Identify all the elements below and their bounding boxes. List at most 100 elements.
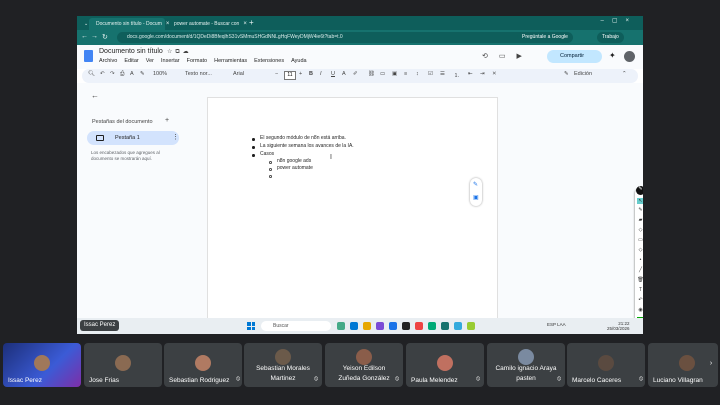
taskbar-clock[interactable]: 21:22 25/03/2026 (607, 321, 630, 331)
participant-tile[interactable]: Camilo ignacio Araya pasten ⦸ (487, 343, 565, 387)
clear-format-icon[interactable]: ⨯ (492, 71, 497, 77)
text-color-icon[interactable]: A (342, 71, 346, 77)
dot-tool-icon[interactable]: • (637, 257, 643, 263)
marker-tool-icon[interactable]: ▰ (637, 217, 643, 223)
reload-icon[interactable]: ↻ (102, 33, 108, 41)
menu-editar[interactable]: Editar (124, 58, 138, 64)
line-spacing-icon[interactable]: ↕ (416, 71, 419, 77)
menu-herramientas[interactable]: Herramientas (214, 58, 247, 64)
highlight-icon[interactable]: ✐ (353, 71, 358, 77)
participant-tile[interactable]: Sebastian Morales Martinez ⦸ (244, 343, 322, 387)
font-size-increase[interactable]: + (299, 71, 302, 77)
participant-tile[interactable]: Paula Melendez ⦸ (406, 343, 484, 387)
sub-list-item[interactable]: power automate (277, 165, 313, 171)
profile-button[interactable]: Trabajo (597, 32, 624, 43)
history-icon[interactable]: ⟲ (482, 52, 488, 60)
menu-archivo[interactable]: Archivo (99, 58, 117, 64)
forward-icon[interactable]: → (91, 33, 98, 40)
edit-mode-select[interactable]: Edición (574, 71, 592, 77)
menu-ayuda[interactable]: Ayuda (291, 58, 307, 64)
sub-list-item[interactable]: n8n google ads (277, 158, 311, 164)
app-icon[interactable] (454, 322, 462, 330)
image-icon[interactable]: ▣ (392, 71, 397, 77)
collapse-toolbar-icon[interactable]: ⌃ (622, 71, 627, 77)
participant-tile[interactable]: Yeison Edilson Zuñeda González ⦸ (325, 343, 403, 387)
pen-mode-icon[interactable]: ✎ (636, 186, 643, 195)
back-arrow-icon[interactable]: ← (91, 91, 99, 100)
gemini-icon[interactable]: ✦ (609, 51, 616, 60)
line-tool-icon[interactable]: ╱ (637, 267, 643, 273)
redo-icon[interactable]: ↷ (110, 71, 115, 77)
indent-decrease-icon[interactable]: ⇤ (468, 71, 473, 77)
new-tab-button[interactable]: + (249, 18, 254, 27)
ask-google-button[interactable]: Pregúntale a Google (517, 32, 573, 43)
chrome-icon[interactable] (389, 322, 397, 330)
numbered-list-icon[interactable]: ⒈ (454, 71, 460, 79)
link-icon[interactable]: ⛓ (368, 71, 375, 77)
tray-lang[interactable]: ESP LAA (547, 322, 566, 327)
style-select[interactable]: Texto nor... (185, 71, 212, 77)
edge-icon[interactable] (350, 322, 358, 330)
list-item[interactable]: Casos (260, 151, 274, 157)
indent-increase-icon[interactable]: ⇥ (480, 71, 485, 77)
font-size-decrease[interactable]: − (275, 71, 278, 77)
comments-icon[interactable]: ▭ (499, 52, 506, 60)
undo-icon[interactable]: ↶ (100, 71, 105, 77)
search-menus-icon[interactable]: 🔍︎ (88, 71, 95, 77)
close-tab-icon[interactable]: × (243, 21, 247, 27)
participant-tile[interactable]: Marcelo Caceres ⦸ (567, 343, 645, 387)
next-page-button[interactable]: › (706, 359, 716, 369)
document-page[interactable]: El segundo módulo de n8n está arriba. La… (207, 97, 498, 334)
cursor-tool-icon[interactable]: ↖ (637, 198, 643, 204)
more-icon[interactable]: ⋮ (172, 133, 179, 141)
share-button[interactable]: Compartir (547, 50, 602, 63)
app-icon[interactable] (415, 322, 423, 330)
title-actions[interactable]: ☆⧉☁ (167, 48, 192, 56)
menu-insertar[interactable]: Insertar (161, 58, 180, 64)
avatar[interactable] (624, 51, 635, 62)
participant-tile[interactable]: Sebastian Rodriguez ⦸ (164, 343, 242, 387)
undo-drawing-icon[interactable]: ↶ (637, 297, 643, 303)
document-tab-item[interactable]: Pestaña 1 ⋮ (87, 131, 179, 145)
pen-tool-icon[interactable]: ✎ (637, 207, 643, 213)
menu-extensiones[interactable]: Extensiones (254, 58, 284, 64)
participant-tile[interactable]: Jose Frias (84, 343, 162, 387)
docs-logo-icon[interactable] (84, 50, 93, 62)
add-tab-icon[interactable]: + (165, 117, 169, 124)
browser-tab-search[interactable]: power automate - Buscar con × (167, 18, 247, 30)
shape-tool-icon[interactable]: ◇ (637, 247, 643, 253)
print-icon[interactable]: ⎙ (120, 71, 124, 78)
bold-icon[interactable]: B (309, 71, 313, 77)
teams-icon[interactable] (376, 322, 384, 330)
list-item[interactable]: El segundo módulo de n8n está arriba. (260, 135, 346, 141)
edit-pen-icon[interactable]: ✎ (473, 181, 478, 188)
app-icon[interactable] (467, 322, 475, 330)
back-icon[interactable]: ← (81, 33, 88, 40)
list-item[interactable]: La siguiente semana los avances de la IA… (260, 143, 354, 149)
rectangle-tool-icon[interactable]: ▭ (637, 237, 643, 243)
window-controls[interactable]: –▢× (600, 17, 637, 24)
chrome-profile-icon[interactable] (441, 322, 449, 330)
zoom-select[interactable]: 100% (153, 71, 167, 77)
document-title[interactable]: Documento sin título (99, 48, 163, 55)
font-select[interactable]: Arial (233, 71, 244, 77)
comment-icon[interactable]: ▭ (380, 71, 385, 77)
text-tool-icon[interactable]: T (637, 287, 643, 293)
eraser-tool-icon[interactable]: ◇ (637, 227, 643, 233)
menu-formato[interactable]: Formato (187, 58, 207, 64)
italic-icon[interactable]: I (320, 71, 322, 77)
spellcheck-icon[interactable]: A (130, 71, 134, 77)
github-icon[interactable] (402, 322, 410, 330)
participant-tile[interactable]: Issac Perez (3, 343, 81, 387)
menu-ver[interactable]: Ver (146, 58, 154, 64)
url-input[interactable]: docs.google.com/document/d/1QDeDi8Bfeqlh… (117, 32, 537, 43)
checklist-icon[interactable]: ☑ (428, 71, 433, 77)
image-edit-icon[interactable]: ▣ (473, 194, 479, 201)
taskbar-search-input[interactable]: Buscar (261, 321, 331, 331)
bulleted-list-icon[interactable]: ☰ (440, 71, 445, 77)
camera-icon[interactable]: ◉ (637, 307, 643, 313)
browser-tab-docs[interactable]: Documento sin título - Docum × (89, 18, 169, 30)
windows-start-icon[interactable] (247, 322, 255, 330)
font-size-input[interactable]: 11 (284, 71, 296, 80)
app-icon[interactable] (428, 322, 436, 330)
